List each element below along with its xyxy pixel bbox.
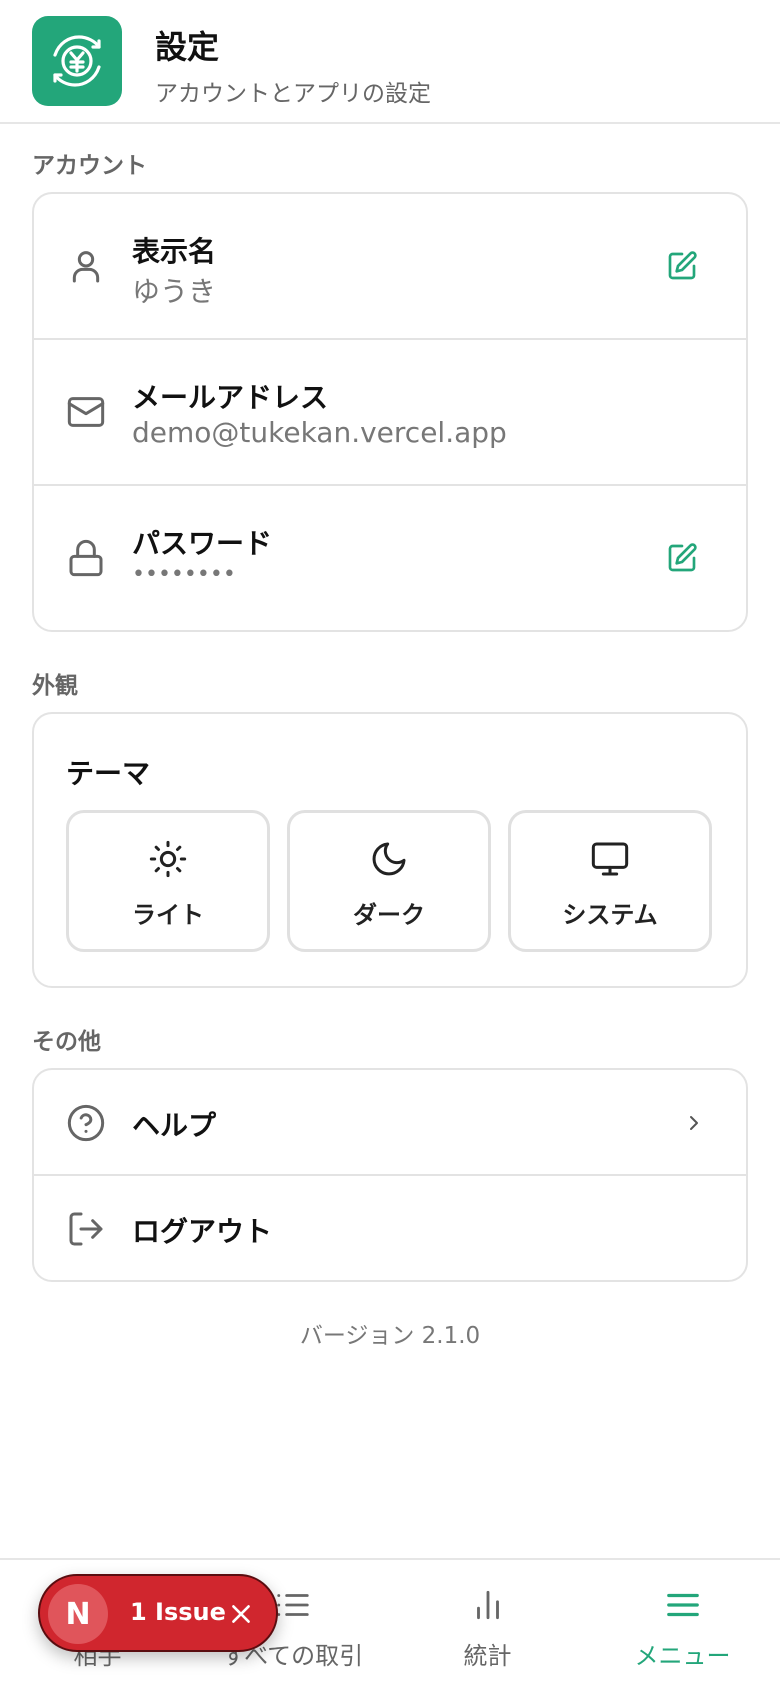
password-label: パスワード [132, 527, 273, 560]
edit-icon[interactable] [666, 542, 698, 574]
page-title: 設定 [155, 28, 220, 66]
theme-dark-button[interactable]: ダーク [287, 810, 491, 952]
dev-issue-badge[interactable]: N 1 Issue [38, 1574, 278, 1652]
nav-label-stats: 統計 [463, 1642, 512, 1670]
sun-icon [149, 840, 187, 878]
theme-title: テーマ [66, 757, 151, 790]
close-icon[interactable] [228, 1601, 254, 1627]
display-name-label: 表示名 [132, 235, 217, 268]
nav-label-menu: メニュー [634, 1642, 731, 1670]
email-label: メールアドレス [132, 381, 329, 414]
theme-light-button[interactable]: ライト [66, 810, 270, 952]
list-icon [276, 1594, 309, 1616]
section-label-account: アカウント [32, 153, 147, 179]
help-label: ヘルプ [132, 1109, 217, 1142]
lock-icon [69, 539, 103, 577]
help-row[interactable]: ヘルプ [34, 1070, 746, 1176]
logout-icon [69, 1212, 103, 1246]
theme-light-label: ライト [132, 901, 204, 929]
moon-icon [372, 842, 406, 876]
nav-item-stats[interactable]: 統計 [390, 1560, 585, 1688]
email-value: demo@tukekan.vercel.app [132, 416, 507, 449]
account-card: 表示名 ゆうき メールアドレス demo@tukekan.vercel.app … [32, 192, 748, 632]
other-card: ヘルプ ログアウト [32, 1068, 748, 1282]
app-header: 設定 アカウントとアプリの設定 [0, 0, 780, 124]
theme-dark-label: ダーク [353, 901, 425, 929]
appearance-card: テーマ ライト ダーク システム [32, 712, 748, 988]
display-name-value: ゆうき [132, 275, 217, 308]
password-value: •••••••• [132, 562, 236, 587]
mail-icon [67, 397, 105, 427]
section-label-other: その他 [32, 1029, 101, 1055]
email-row: メールアドレス demo@tukekan.vercel.app [34, 340, 746, 486]
logout-label: ログアウト [132, 1215, 273, 1248]
user-icon [72, 251, 100, 283]
next-logo-icon: N [48, 1584, 108, 1644]
issue-count-text: 1 Issue [130, 1598, 226, 1626]
theme-system-button[interactable]: システム [508, 810, 712, 952]
display-name-row[interactable]: 表示名 ゆうき [34, 194, 746, 340]
edit-icon[interactable] [666, 250, 698, 282]
chevron-right-icon [690, 1116, 698, 1130]
help-circle-icon [67, 1104, 105, 1142]
app-logo [32, 16, 122, 106]
bar-chart-icon [476, 1590, 499, 1620]
logout-row[interactable]: ログアウト [34, 1176, 746, 1280]
monitor-icon [591, 842, 629, 876]
version-text: バージョン 2.1.0 [299, 1323, 481, 1349]
menu-icon [666, 1593, 699, 1617]
password-row[interactable]: パスワード •••••••• [34, 486, 746, 630]
yen-cycle-icon [53, 35, 101, 87]
page-subtitle: アカウントとアプリの設定 [155, 81, 431, 107]
nav-item-menu[interactable]: メニュー [585, 1560, 780, 1688]
theme-system-label: システム [562, 901, 658, 929]
section-label-appearance: 外観 [32, 673, 78, 699]
